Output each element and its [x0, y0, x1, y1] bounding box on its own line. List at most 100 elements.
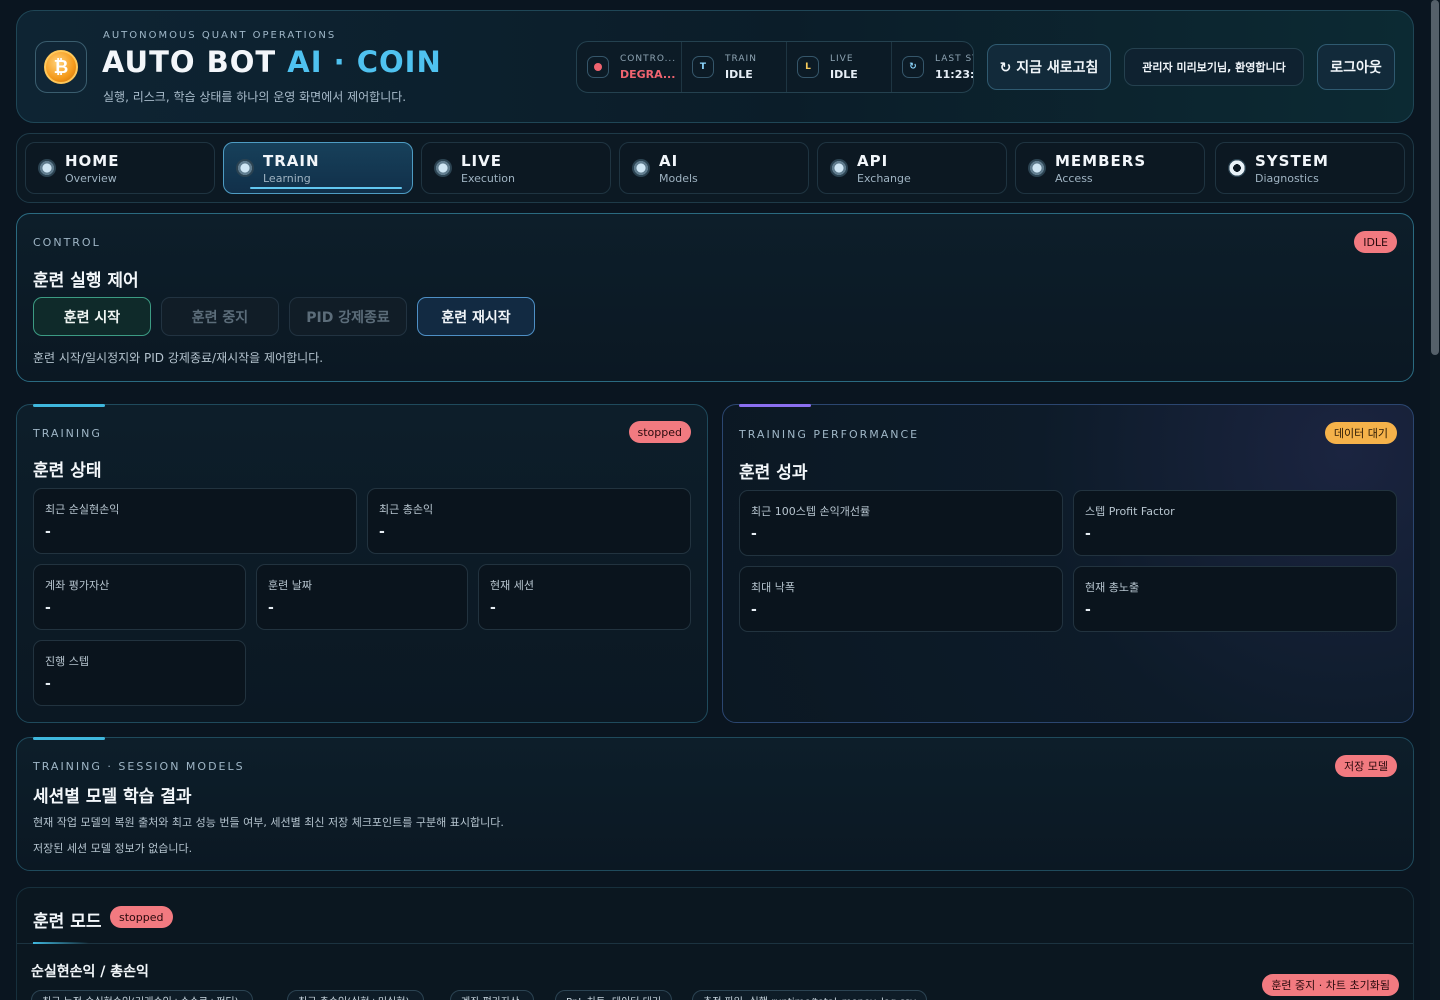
- tab-sublabel: Access: [1055, 171, 1093, 185]
- refresh-button[interactable]: ↻ 지금 새로고침: [987, 44, 1111, 90]
- panel-accent: [739, 404, 811, 407]
- performance-title: 훈련 성과: [739, 463, 808, 483]
- metric-card: 최근 총손익 -: [367, 488, 691, 554]
- status-label: TRAIN: [725, 53, 757, 64]
- app-header: ₿ AUTONOMOUS QUANT OPERATIONS AUTO BOT A…: [16, 10, 1414, 123]
- tab-home[interactable]: HOME Overview: [25, 142, 215, 194]
- scrollbar-thumb[interactable]: [1431, 0, 1439, 355]
- tab-sublabel: Models: [659, 171, 698, 185]
- tab-train[interactable]: TRAIN Learning: [223, 142, 413, 194]
- page-scrollbar[interactable]: [1430, 0, 1440, 1000]
- tab-sublabel: Exchange: [857, 171, 911, 185]
- tab-api[interactable]: API Exchange: [817, 142, 1007, 194]
- header-kicker: AUTONOMOUS QUANT OPERATIONS: [103, 30, 337, 41]
- metric-value: -: [45, 524, 51, 540]
- welcome-badge[interactable]: 관리자 미리보기님, 환영합니다: [1124, 48, 1304, 86]
- control-panel: CONTROL 훈련 실행 제어 IDLE 훈련 시작 훈련 중지 PID 강제…: [16, 213, 1414, 382]
- metric-value: -: [45, 600, 51, 616]
- pnl-pill-total: 최근 총손익(실현+미실현):: [287, 990, 424, 1000]
- bitcoin-logo: ₿: [35, 41, 87, 93]
- logout-button[interactable]: 로그아웃: [1317, 44, 1395, 90]
- pnl-pill-realized: 최근 누적 순실현손익(거래손익+수수료+펀딩):: [31, 990, 253, 1000]
- bitcoin-icon: ₿: [44, 50, 78, 84]
- pnl-pill-equity: 계좌 평가자산:: [450, 990, 534, 1000]
- tab-sublabel: Overview: [65, 171, 117, 185]
- status-value: 11:23:3: [935, 67, 974, 81]
- refresh-status-icon: ↻: [902, 56, 924, 78]
- status-value: IDLE: [830, 67, 858, 81]
- status-value: DEGRA...: [620, 67, 676, 81]
- status-label: LAST ST: [935, 53, 973, 64]
- metric-card: 계좌 평가자산 -: [33, 564, 246, 630]
- training-status-panel: TRAINING 훈련 상태 stopped 최근 순실현손익 - 최근 총손익…: [16, 404, 708, 723]
- metric-value: -: [490, 600, 496, 616]
- pnl-pill-tracking-file: 추적 파일: 실행 runtime/total_money_log.csv: [692, 990, 928, 1000]
- train-restart-button[interactable]: 훈련 재시작: [417, 297, 535, 336]
- status-chip-last: ↻ LAST ST 11:23:3: [892, 42, 974, 92]
- header-subtitle: 실행, 리스크, 학습 상태를 하나의 운영 화면에서 제어합니다.: [103, 90, 407, 104]
- section-divider: [17, 943, 1413, 944]
- metric-card: 최대 낙폭 -: [739, 566, 1063, 632]
- status-chip-live: L LIVE IDLE: [787, 42, 892, 92]
- training-mode-section: 훈련 모드 stopped 순실현손익 / 총손익 훈련 중지 · 차트 초기화…: [16, 887, 1414, 1000]
- training-title: 훈련 상태: [33, 461, 102, 481]
- training-status-badge: stopped: [628, 421, 691, 443]
- metric-card: 훈련 날짜 -: [256, 564, 468, 630]
- session-models-empty: 저장된 세션 모델 정보가 없습니다.: [33, 842, 193, 855]
- tab-sublabel: Learning: [263, 171, 311, 185]
- status-label: CONTRO...: [620, 53, 677, 64]
- performance-status-badge: 데이터 대기: [1324, 422, 1397, 444]
- metric-label: 최근 총손익: [379, 503, 434, 516]
- panel-accent: [33, 404, 105, 407]
- control-status-badge: IDLE: [1354, 231, 1397, 253]
- pnl-pill-chart: PnL 차트: 데이터 대기: [555, 990, 673, 1000]
- metric-value: -: [1085, 526, 1091, 542]
- tab-live[interactable]: LIVE Execution: [421, 142, 611, 194]
- train-start-button[interactable]: 훈련 시작: [33, 297, 151, 336]
- tab-label: TRAIN: [263, 151, 320, 170]
- section-accent: [33, 942, 89, 944]
- pid-kill-button[interactable]: PID 강제종료: [289, 297, 407, 336]
- metric-card: 현재 총노출 -: [1073, 566, 1397, 632]
- tab-system[interactable]: SYSTEM Diagnostics: [1215, 142, 1405, 194]
- training-mode-badge: stopped: [110, 906, 173, 928]
- tab-members[interactable]: MEMBERS Access: [1015, 142, 1205, 194]
- tab-label: MEMBERS: [1055, 151, 1147, 170]
- metric-label: 현재 세션: [490, 579, 534, 592]
- session-models-badge: 저장 모델: [1335, 755, 1397, 777]
- metric-value: -: [751, 602, 757, 618]
- status-label: LIVE: [830, 53, 854, 64]
- control-kicker: CONTROL: [33, 236, 101, 249]
- ai-icon: [632, 159, 650, 177]
- control-title: 훈련 실행 제어: [33, 271, 139, 291]
- training-kicker: TRAINING: [33, 427, 102, 440]
- metric-label: 현재 총노출: [1085, 581, 1140, 594]
- app-title-part2: AI · COIN: [287, 45, 442, 79]
- status-chip-train: T TRAIN IDLE: [682, 42, 787, 92]
- training-performance-panel: TRAINING PERFORMANCE 훈련 성과 데이터 대기 최근 100…: [722, 404, 1414, 723]
- status-chip-control: CONTRO... DEGRA...: [577, 42, 682, 92]
- chart-reset-badge: 훈련 중지 · 차트 초기화됨: [1262, 974, 1399, 996]
- live-status-icon: L: [797, 56, 819, 78]
- metric-label: 스텝 Profit Factor: [1085, 505, 1175, 518]
- tab-ai[interactable]: AI Models: [619, 142, 809, 194]
- performance-kicker: TRAINING PERFORMANCE: [739, 428, 920, 441]
- app-title-part1: AUTO BOT: [102, 45, 277, 79]
- training-mode-title: 훈련 모드: [33, 912, 102, 932]
- metric-card: 최근 순실현손익 -: [33, 488, 357, 554]
- tab-label: SYSTEM: [1255, 151, 1329, 170]
- tab-sublabel: Diagnostics: [1255, 171, 1319, 185]
- metric-value: -: [268, 600, 274, 616]
- main-nav: HOME Overview TRAIN Learning LIVE Execution…: [16, 133, 1414, 203]
- session-models-panel: TRAINING · SESSION MODELS 세션별 모델 학습 결과 저…: [16, 737, 1414, 871]
- metric-value: -: [45, 676, 51, 692]
- app-title: AUTO BOT AI · COIN: [102, 45, 442, 79]
- panel-accent: [33, 737, 105, 740]
- train-status-icon: T: [692, 56, 714, 78]
- session-models-desc: 현재 작업 모델의 복원 출처와 최고 성능 번들 여부, 세션별 최신 저장 …: [33, 816, 504, 829]
- status-value: IDLE: [725, 67, 753, 81]
- metric-label: 훈련 날짜: [268, 579, 312, 592]
- tab-sublabel: Execution: [461, 171, 515, 185]
- metric-label: 진행 스텝: [45, 655, 89, 668]
- train-stop-button[interactable]: 훈련 중지: [161, 297, 279, 336]
